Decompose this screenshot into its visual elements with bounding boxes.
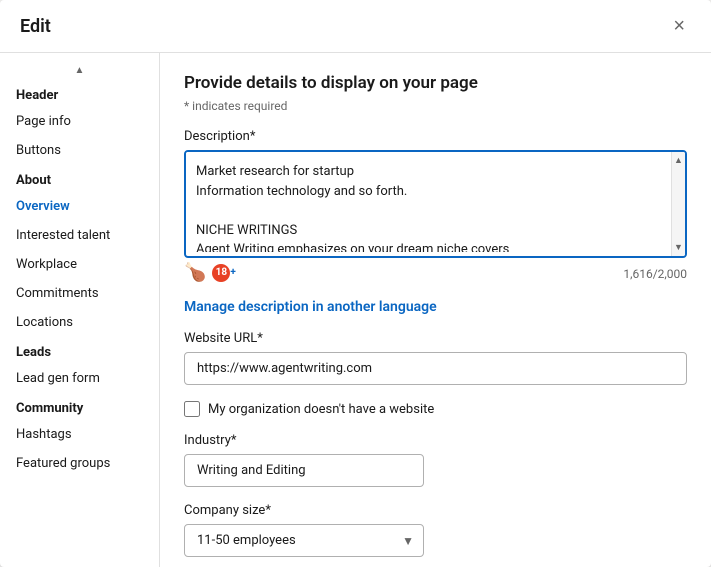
manage-description-link[interactable]: Manage description in another language bbox=[184, 299, 437, 315]
website-input[interactable] bbox=[184, 352, 687, 385]
main-content: Provide details to display on your page … bbox=[160, 53, 711, 567]
sidebar: ▲ Header Page info Buttons About Overvie… bbox=[0, 53, 160, 567]
sidebar-item-page-info[interactable]: Page info bbox=[0, 107, 159, 136]
industry-field-group: Industry* bbox=[184, 433, 687, 487]
section-title: Provide details to display on your page bbox=[184, 73, 687, 93]
emoji-icon-chicken[interactable]: 🍗 bbox=[184, 262, 206, 283]
sidebar-item-interested-talent[interactable]: Interested talent bbox=[0, 221, 159, 250]
company-size-label: Company size* bbox=[184, 503, 687, 518]
sidebar-item-locations[interactable]: Locations bbox=[0, 308, 159, 337]
emoji-plus: + bbox=[230, 267, 235, 278]
industry-label: Industry* bbox=[184, 433, 687, 448]
char-count: 1,616/2,000 bbox=[623, 267, 687, 281]
sidebar-item-buttons[interactable]: Buttons bbox=[0, 136, 159, 165]
scroll-up-button[interactable]: ▲ bbox=[0, 61, 159, 80]
company-size-field-group: Company size* 1 employee 2-10 employees … bbox=[184, 503, 687, 557]
sidebar-item-workplace[interactable]: Workplace bbox=[0, 250, 159, 279]
emoji-badge[interactable]: 18 + bbox=[212, 264, 235, 282]
industry-input[interactable] bbox=[184, 454, 424, 487]
company-size-select-wrapper: 1 employee 2-10 employees 11-50 employee… bbox=[184, 524, 424, 557]
sidebar-section-about: About bbox=[0, 165, 159, 192]
modal-title: Edit bbox=[20, 16, 51, 37]
description-textarea[interactable]: Market research for startup Information … bbox=[186, 152, 685, 252]
sidebar-section-community: Community bbox=[0, 393, 159, 420]
required-note: * indicates required bbox=[184, 99, 687, 113]
website-label: Website URL* bbox=[184, 331, 687, 346]
modal-body: ▲ Header Page info Buttons About Overvie… bbox=[0, 53, 711, 567]
no-website-row: My organization doesn't have a website bbox=[184, 401, 687, 417]
sidebar-section-leads: Leads bbox=[0, 337, 159, 364]
close-button[interactable]: × bbox=[667, 14, 691, 38]
website-field-group: Website URL* bbox=[184, 331, 687, 385]
scroll-up-arrow[interactable]: ▲ bbox=[671, 152, 686, 169]
no-website-label: My organization doesn't have a website bbox=[208, 402, 434, 417]
company-size-select[interactable]: 1 employee 2-10 employees 11-50 employee… bbox=[184, 524, 424, 557]
textarea-scrollbar: ▲ ▼ bbox=[671, 152, 685, 256]
sidebar-item-featured-groups[interactable]: Featured groups bbox=[0, 449, 159, 478]
description-label: Description* bbox=[184, 129, 687, 144]
no-website-checkbox[interactable] bbox=[184, 401, 200, 417]
edit-modal: Edit × ▲ Header Page info Buttons About … bbox=[0, 0, 711, 567]
description-field-group: Description* Market research for startup… bbox=[184, 129, 687, 283]
sidebar-item-hashtags[interactable]: Hashtags bbox=[0, 420, 159, 449]
sidebar-item-lead-gen-form[interactable]: Lead gen form bbox=[0, 364, 159, 393]
sidebar-item-commitments[interactable]: Commitments bbox=[0, 279, 159, 308]
description-textarea-wrapper: Market research for startup Information … bbox=[184, 150, 687, 258]
emoji-count-badge: 18 bbox=[212, 264, 230, 282]
sidebar-item-overview[interactable]: Overview bbox=[0, 192, 159, 221]
modal-header: Edit × bbox=[0, 0, 711, 53]
scroll-down-arrow[interactable]: ▼ bbox=[671, 239, 686, 256]
sidebar-section-header: Header bbox=[0, 80, 159, 107]
